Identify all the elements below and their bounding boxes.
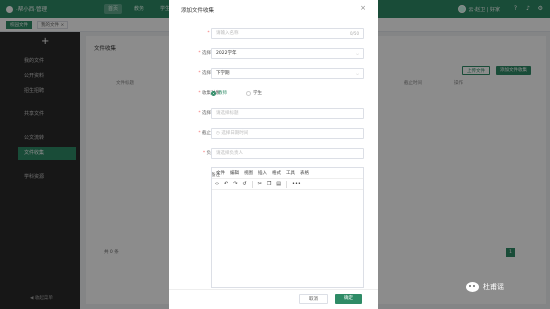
- editor-menu-edit[interactable]: 编辑: [230, 170, 239, 176]
- more-icon[interactable]: •••: [292, 181, 301, 187]
- dialog-title: 添加文件收集: [181, 8, 215, 14]
- dialog-footer: 取消 确定: [169, 289, 378, 309]
- copy-icon[interactable]: ❐: [267, 181, 271, 187]
- radio-unchecked-icon: [246, 90, 251, 96]
- editor-body[interactable]: [212, 190, 363, 287]
- toolbar-divider: [251, 180, 253, 188]
- form-row-target: * 收集对象 教师 学生: [169, 88, 378, 100]
- editor-menu-tools[interactable]: 工具: [286, 170, 295, 176]
- radio-checked-icon: [211, 90, 216, 96]
- form-row-name: * 名称 请输入名称0/50: [169, 28, 378, 40]
- chevron-down-icon: ⌵: [355, 71, 359, 76]
- add-collect-dialog: 添加文件收集 × * 名称 请输入名称0/50 * 选择学年 2022学年⌵ *…: [169, 0, 378, 309]
- watermark: 杜甫谣: [466, 282, 504, 292]
- toolbar-divider: [286, 180, 288, 188]
- redo-icon[interactable]: ↷: [233, 181, 237, 187]
- code-icon[interactable]: ‹›: [215, 181, 219, 187]
- owner-select[interactable]: 请选择负责人: [211, 148, 364, 159]
- editor-menu-table[interactable]: 表格: [300, 170, 309, 176]
- editor-toolbar: ‹› ↶ ↷ ↺ ✂ ❐ ▤ •••: [212, 179, 363, 190]
- editor-menu-view[interactable]: 视图: [244, 170, 253, 176]
- paste-icon[interactable]: ▤: [276, 181, 281, 187]
- editor-menu-file[interactable]: 文件: [216, 170, 225, 176]
- year-select[interactable]: 2022学年 ⌵: [211, 48, 364, 59]
- editor-menu-insert[interactable]: 插入: [258, 170, 267, 176]
- form-row-title: * 选择标题 请选择标题: [169, 108, 378, 120]
- cancel-button[interactable]: 取消: [299, 294, 328, 304]
- editor-menubar: 文件 编辑 视图 插入 格式 工具 表格: [212, 168, 363, 179]
- close-icon[interactable]: ×: [360, 4, 366, 12]
- history-icon[interactable]: ↺: [242, 181, 246, 187]
- radio-teacher[interactable]: 教师: [211, 90, 227, 96]
- term-select[interactable]: 下学期 ⌵: [211, 68, 364, 79]
- name-input[interactable]: 请输入名称 0/50: [211, 28, 364, 39]
- char-counter: 0/50: [350, 31, 359, 36]
- form-row-year: * 选择学年 2022学年⌵: [169, 48, 378, 60]
- editor-menu-format[interactable]: 格式: [272, 170, 281, 176]
- watermark-text: 杜甫谣: [483, 283, 504, 291]
- radio-student[interactable]: 学生: [246, 90, 262, 96]
- confirm-button[interactable]: 确定: [335, 294, 362, 304]
- undo-icon[interactable]: ↶: [224, 181, 228, 187]
- form-row-term: * 选择学期 下学期⌵: [169, 68, 378, 80]
- cut-icon[interactable]: ✂: [258, 181, 262, 187]
- form-row-owner: * 负责人 请选择负责人: [169, 148, 378, 160]
- title-select[interactable]: 请选择标题: [211, 108, 364, 119]
- form-row-deadline: * 截止时间 ◷ 选择日期时间: [169, 128, 378, 140]
- chevron-down-icon: ⌵: [355, 51, 359, 56]
- rich-text-editor: 文件 编辑 视图 插入 格式 工具 表格 ‹› ↶ ↷ ↺ ✂ ❐ ▤ •••: [211, 167, 364, 288]
- deadline-picker[interactable]: ◷ 选择日期时间: [211, 128, 364, 139]
- wechat-icon: [466, 282, 479, 292]
